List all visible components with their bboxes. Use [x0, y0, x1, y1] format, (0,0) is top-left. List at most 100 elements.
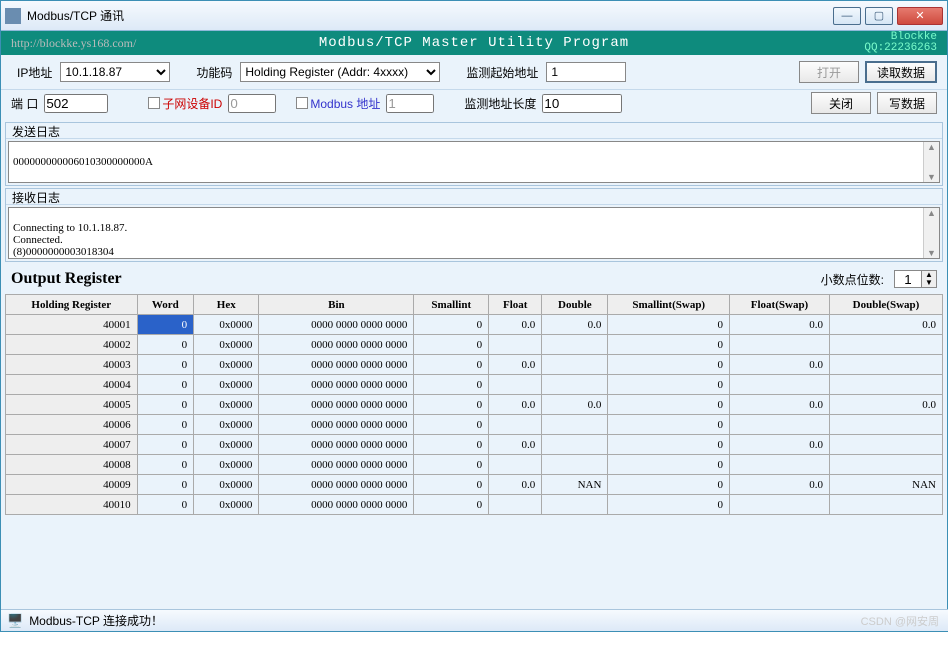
table-row[interactable]: 4000700x00000000 0000 0000 000000.000.0	[6, 435, 943, 455]
table-row[interactable]: 4000600x00000000 0000 0000 000000	[6, 415, 943, 435]
table-cell[interactable]: 40001	[6, 315, 138, 335]
table-row[interactable]: 4000400x00000000 0000 0000 000000	[6, 375, 943, 395]
table-cell[interactable]: 0	[608, 355, 730, 375]
table-cell[interactable]: 0	[414, 455, 489, 475]
table-cell[interactable]: 0.0	[489, 435, 542, 455]
table-cell[interactable]: NAN	[542, 475, 608, 495]
table-cell[interactable]: 0	[414, 435, 489, 455]
column-header[interactable]: Float	[489, 295, 542, 315]
table-cell[interactable]: 0.0	[730, 395, 830, 415]
table-cell[interactable]: 0x0000	[194, 335, 259, 355]
table-cell[interactable]	[730, 495, 830, 515]
table-cell[interactable]: 0x0000	[194, 475, 259, 495]
banner-url[interactable]: http://blockke.ys168.com/	[11, 36, 136, 51]
column-header[interactable]: Bin	[259, 295, 414, 315]
table-cell[interactable]	[542, 435, 608, 455]
table-cell[interactable]: 40010	[6, 495, 138, 515]
func-select[interactable]: Holding Register (Addr: 4xxxx)	[240, 62, 440, 82]
scrollbar-icon[interactable]: ▲▼	[923, 142, 939, 182]
port-input[interactable]	[44, 94, 108, 113]
table-row[interactable]: 4000900x00000000 0000 0000 000000.0NAN00…	[6, 475, 943, 495]
table-cell[interactable]: 0.0	[829, 395, 942, 415]
table-cell[interactable]: 0x0000	[194, 435, 259, 455]
table-cell[interactable]: 0000 0000 0000 0000	[259, 375, 414, 395]
recv-log-text[interactable]: Connecting to 10.1.18.87. Connected. (8)…	[8, 207, 940, 259]
table-cell[interactable]: 0x0000	[194, 455, 259, 475]
table-cell[interactable]: 0	[137, 355, 194, 375]
table-cell[interactable]: 0	[414, 335, 489, 355]
minimize-button[interactable]: —	[833, 7, 861, 25]
table-cell[interactable]: 0.0	[489, 315, 542, 335]
table-cell[interactable]: 40005	[6, 395, 138, 415]
table-cell[interactable]	[489, 375, 542, 395]
table-cell[interactable]	[829, 335, 942, 355]
table-cell[interactable]: 0	[137, 315, 194, 335]
table-cell[interactable]: 0	[137, 455, 194, 475]
column-header[interactable]: Smallint	[414, 295, 489, 315]
table-cell[interactable]: 0000 0000 0000 0000	[259, 415, 414, 435]
table-cell[interactable]: 0	[414, 395, 489, 415]
table-row[interactable]: 4000100x00000000 0000 0000 000000.00.000…	[6, 315, 943, 335]
table-cell[interactable]	[730, 335, 830, 355]
column-header[interactable]: Float(Swap)	[730, 295, 830, 315]
table-cell[interactable]: 0	[608, 455, 730, 475]
table-cell[interactable]	[542, 455, 608, 475]
len-input[interactable]	[542, 94, 622, 113]
table-cell[interactable]	[829, 415, 942, 435]
spinner-down-icon[interactable]: ▼	[922, 279, 936, 287]
table-cell[interactable]: 0x0000	[194, 355, 259, 375]
table-cell[interactable]	[829, 355, 942, 375]
table-cell[interactable]: 0.0	[489, 355, 542, 375]
close-button[interactable]: ✕	[897, 7, 943, 25]
table-cell[interactable]: 0000 0000 0000 0000	[259, 455, 414, 475]
table-cell[interactable]: 0	[414, 375, 489, 395]
table-cell[interactable]	[829, 455, 942, 475]
table-cell[interactable]: 0	[137, 415, 194, 435]
table-cell[interactable]	[829, 435, 942, 455]
close-conn-button[interactable]: 关闭	[811, 92, 871, 114]
table-cell[interactable]	[489, 335, 542, 355]
table-cell[interactable]: 0x0000	[194, 415, 259, 435]
subnet-input[interactable]	[228, 94, 276, 113]
column-header[interactable]: Holding Register	[6, 295, 138, 315]
table-cell[interactable]: 0	[137, 335, 194, 355]
table-cell[interactable]	[542, 355, 608, 375]
column-header[interactable]: Hex	[194, 295, 259, 315]
table-cell[interactable]: 0000 0000 0000 0000	[259, 315, 414, 335]
maximize-button[interactable]: ▢	[865, 7, 893, 25]
table-cell[interactable]: 40003	[6, 355, 138, 375]
table-cell[interactable]: 0.0	[489, 475, 542, 495]
open-button[interactable]: 打开	[799, 61, 859, 83]
table-cell[interactable]: 0000 0000 0000 0000	[259, 495, 414, 515]
table-cell[interactable]: 0.0	[489, 395, 542, 415]
decimals-spinner[interactable]: ▲▼	[894, 270, 937, 288]
modbus-addr-input[interactable]	[386, 94, 434, 113]
table-cell[interactable]: 0.0	[730, 475, 830, 495]
table-row[interactable]: 4000500x00000000 0000 0000 000000.00.000…	[6, 395, 943, 415]
table-cell[interactable]: 0	[608, 315, 730, 335]
table-cell[interactable]: 0x0000	[194, 495, 259, 515]
ip-select[interactable]: 10.1.18.87	[60, 62, 170, 82]
table-cell[interactable]	[489, 455, 542, 475]
table-cell[interactable]: 0000 0000 0000 0000	[259, 395, 414, 415]
table-cell[interactable]: 40009	[6, 475, 138, 495]
scrollbar-icon[interactable]: ▲▼	[923, 208, 939, 258]
table-cell[interactable]: 0x0000	[194, 375, 259, 395]
table-cell[interactable]: 0.0	[730, 315, 830, 335]
write-button[interactable]: 写数据	[877, 92, 937, 114]
table-cell[interactable]	[829, 375, 942, 395]
modbus-addr-checkbox[interactable]: Modbus 地址	[296, 95, 380, 112]
column-header[interactable]: Smallint(Swap)	[608, 295, 730, 315]
table-cell[interactable]: 0.0	[730, 355, 830, 375]
table-cell[interactable]	[542, 415, 608, 435]
table-cell[interactable]	[542, 375, 608, 395]
table-cell[interactable]	[829, 495, 942, 515]
table-cell[interactable]: 0000 0000 0000 0000	[259, 355, 414, 375]
read-button[interactable]: 读取数据	[865, 61, 937, 83]
table-cell[interactable]: 40007	[6, 435, 138, 455]
table-cell[interactable]: 40002	[6, 335, 138, 355]
start-addr-input[interactable]	[546, 62, 626, 82]
table-cell[interactable]: 40006	[6, 415, 138, 435]
table-cell[interactable]: 0	[608, 435, 730, 455]
table-cell[interactable]: 0.0	[829, 315, 942, 335]
